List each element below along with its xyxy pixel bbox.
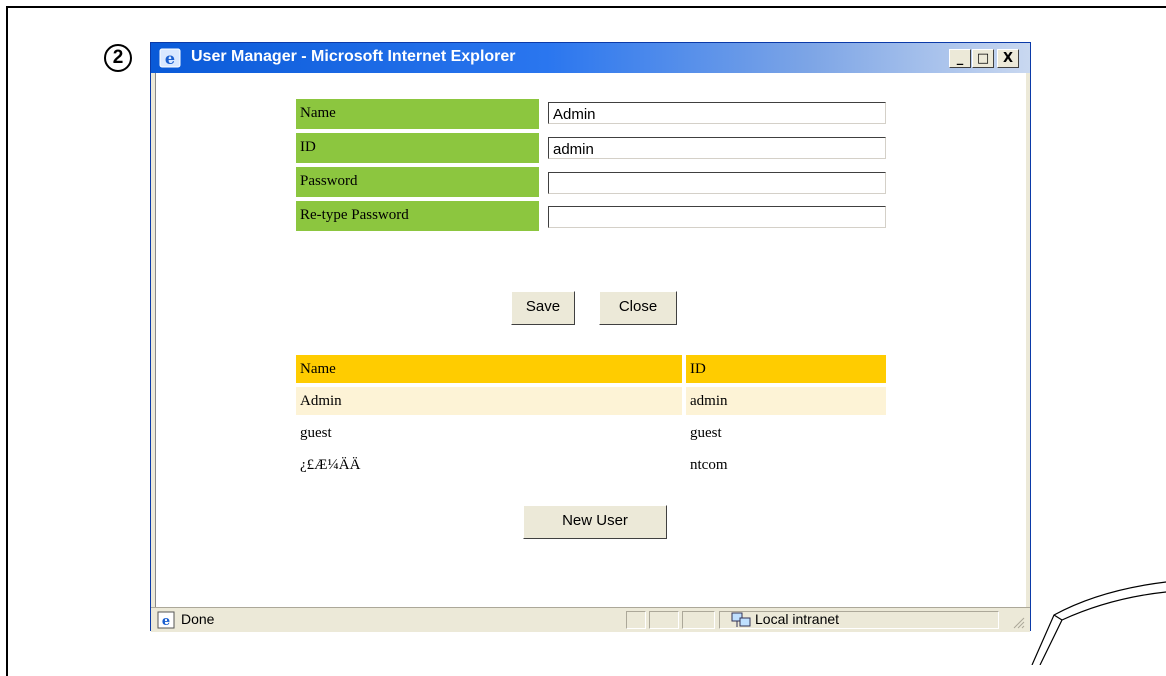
step-number-badge: 2 xyxy=(104,44,132,72)
window-title: User Manager - Microsoft Internet Explor… xyxy=(191,48,516,65)
ie-window: e User Manager - Microsoft Internet Expl… xyxy=(150,42,1031,632)
retype-password-input[interactable] xyxy=(548,206,886,228)
status-pane xyxy=(682,611,715,629)
table-row-id[interactable]: admin xyxy=(686,387,886,415)
svg-text:e: e xyxy=(165,49,175,68)
page-curl-decoration xyxy=(1031,581,1166,665)
table-row-name[interactable]: guest xyxy=(296,419,682,447)
maximize-button[interactable]: □ xyxy=(972,49,994,68)
id-label: ID xyxy=(296,133,539,163)
password-label: Password xyxy=(296,167,539,197)
zone-text: Local intranet xyxy=(755,611,840,627)
save-button[interactable]: Save xyxy=(511,291,575,325)
id-input[interactable]: admin xyxy=(548,137,886,159)
table-row-id[interactable]: guest xyxy=(686,419,886,447)
page-done-icon: e xyxy=(157,611,175,629)
table-row-name[interactable]: Admin xyxy=(296,387,682,415)
password-input[interactable] xyxy=(548,172,886,194)
table-row-id[interactable]: ntcom xyxy=(686,451,886,479)
status-bar: e Done Local intranet xyxy=(151,607,1030,632)
internet-explorer-icon: e xyxy=(159,48,181,68)
status-text: Done xyxy=(181,611,215,627)
status-pane xyxy=(649,611,679,629)
status-pane xyxy=(626,611,646,629)
resize-grip-icon[interactable] xyxy=(1011,615,1025,629)
local-intranet-icon xyxy=(731,612,751,627)
close-button[interactable]: Close xyxy=(599,291,677,325)
table-header-id: ID xyxy=(686,355,886,383)
retype-password-label: Re-type Password xyxy=(296,201,539,231)
name-label: Name xyxy=(296,99,539,129)
close-window-button[interactable]: X xyxy=(997,49,1019,68)
page-content: Name ID Password Re-type Password Admin … xyxy=(155,73,1026,607)
new-user-button[interactable]: New User xyxy=(523,505,667,539)
name-input[interactable]: Admin xyxy=(548,102,886,124)
svg-text:e: e xyxy=(162,614,170,629)
table-row-name[interactable]: ¿£Æ¼ÄÄ xyxy=(296,451,682,479)
table-header-name: Name xyxy=(296,355,682,383)
title-bar[interactable]: e User Manager - Microsoft Internet Expl… xyxy=(151,43,1030,73)
minimize-button[interactable]: _ xyxy=(949,49,971,68)
